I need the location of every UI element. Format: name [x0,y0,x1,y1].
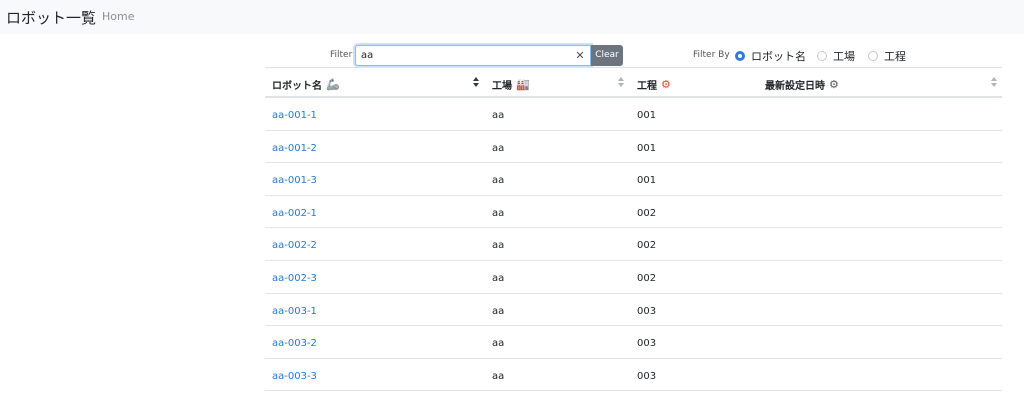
process-cell: 001 [637,175,657,187]
filter-by-factory-radio[interactable]: 工場 [817,49,855,63]
nav-home-link[interactable]: Home [102,10,134,23]
table-row: aa-001-1 aa 001 [265,98,1002,131]
robot-name-link[interactable]: aa-001-1 [272,110,317,121]
table-row: aa-001-3 aa 001 [265,163,1002,196]
table-row: aa-003-1 aa 003 [265,294,1002,327]
filter-label: Filter [330,50,353,60]
process-cell: 003 [637,370,657,382]
filter-input[interactable] [355,45,591,66]
settings-gear-icon: ⚙ [829,78,839,91]
x-icon[interactable]: ✕ [574,49,586,63]
radio-label-robot: ロボット名 [751,50,806,63]
robot-name-link[interactable]: aa-001-3 [272,175,317,186]
process-cell: 002 [637,240,657,252]
radio-label-factory: 工場 [833,50,855,63]
radio-unchecked-icon[interactable] [817,51,827,61]
process-cell: 003 [637,305,657,317]
sort-robot-icon[interactable] [473,77,481,89]
column-label: 工場 [492,81,512,92]
filter-by-robot-radio[interactable]: ロボット名 [735,49,806,63]
column-header-updated[interactable]: 最新設定日時 ⚙ [765,77,839,92]
filter-by-label: Filter By [693,50,730,60]
table-row: aa-002-2 aa 002 [265,228,1002,261]
table-body: aa-001-1 aa 001 aa-001-2 aa 001 aa-001-3 aa 001 a… [265,98,1002,392]
factory-cell: aa [492,305,505,317]
radio-unchecked-icon[interactable] [868,51,878,61]
factory-cell: aa [492,370,505,382]
factory-cell: aa [492,272,505,284]
factory-cell: aa [492,175,505,187]
robot-name-link[interactable]: aa-001-2 [272,143,317,154]
factory-cell: aa [492,142,505,154]
column-header-process[interactable]: 工程 ⚙ [637,77,671,92]
radio-checked-icon[interactable] [735,51,745,61]
robot-name-link[interactable]: aa-003-1 [272,306,317,317]
table-header: ロボット名 🦾 工場 🏭 工程 ⚙ 最新設定日時 ⚙ [265,67,1002,98]
robot-name-link[interactable]: aa-002-2 [272,240,317,251]
robot-name-link[interactable]: aa-003-3 [272,371,317,382]
robot-table: ロボット名 🦾 工場 🏭 工程 ⚙ 最新設定日時 ⚙ aa-001-1 aa 001… [265,67,1002,392]
radio-label-process: 工程 [884,50,906,63]
table-row: aa-002-1 aa 002 [265,196,1002,229]
top-navbar: ロボット一覧 Home [0,0,1024,34]
table-row: aa-002-3 aa 002 [265,261,1002,294]
factory-cell: aa [492,207,505,219]
robot-name-link[interactable]: aa-002-3 [272,273,317,284]
filter-bar: Filter ✕ Clear Filter By ロボット名 工場 工程 [0,44,1024,68]
column-label: ロボット名 [272,81,322,92]
process-icon: ⚙ [661,78,671,91]
filter-by-process-radio[interactable]: 工程 [868,49,906,63]
factory-cell: aa [492,338,505,350]
process-cell: 002 [637,272,657,284]
process-cell: 001 [637,142,657,154]
column-header-factory[interactable]: 工場 🏭 [492,77,530,92]
column-label: 工程 [637,81,657,92]
process-cell: 002 [637,207,657,219]
column-header-robot[interactable]: ロボット名 🦾 [272,77,340,92]
clear-button[interactable]: Clear [591,45,623,66]
process-cell: 001 [637,110,657,121]
process-cell: 003 [637,338,657,350]
factory-icon: 🏭 [516,78,530,91]
robot-name-link[interactable]: aa-002-1 [272,208,317,219]
sort-factory-icon[interactable] [618,77,626,89]
table-row: aa-003-2 aa 003 [265,326,1002,359]
page-title: ロボット一覧 [6,9,97,27]
table-row: aa-003-3 aa 003 [265,359,1002,392]
factory-cell: aa [492,240,505,252]
factory-cell: aa [492,110,505,121]
table-row: aa-001-2 aa 001 [265,131,1002,164]
sort-updated-icon[interactable] [991,77,999,89]
column-label: 最新設定日時 [765,81,825,92]
robot-name-link[interactable]: aa-003-2 [272,338,317,349]
robot-arm-icon: 🦾 [326,78,340,91]
